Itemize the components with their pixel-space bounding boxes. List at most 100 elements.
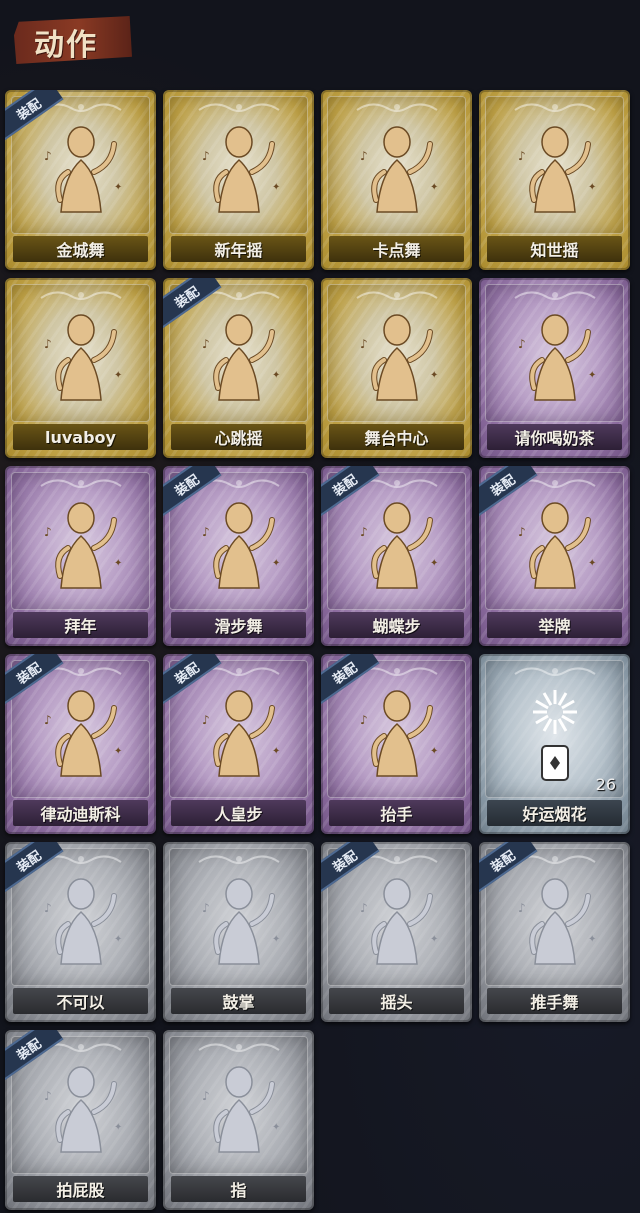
emote-name: 鼓掌 bbox=[222, 993, 255, 1012]
page-title: 动作 bbox=[34, 28, 98, 63]
svg-text:✦: ✦ bbox=[272, 746, 280, 757]
card-label-bar: 舞台中心 bbox=[329, 424, 464, 450]
svg-text:♪: ♪ bbox=[44, 713, 52, 727]
emote-card[interactable]: ♪ ✦ 装配 律动迪斯科 bbox=[5, 654, 156, 834]
emote-name: 人皇步 bbox=[214, 805, 263, 824]
card-label-bar: 请你喝奶茶 bbox=[487, 424, 622, 450]
finger-no-icon: ♪ ✦ bbox=[44, 878, 122, 965]
emote-card[interactable]: ♪ ✦ 知世摇 bbox=[479, 90, 630, 270]
ornament-icon bbox=[39, 479, 122, 488]
card-label-bar: luvaboy bbox=[13, 424, 148, 450]
emote-card[interactable]: ♪ ✦ 卡点舞 bbox=[321, 90, 472, 270]
svg-text:✦: ✦ bbox=[272, 182, 280, 193]
emote-card[interactable]: ♪ ✦ 装配 举牌 bbox=[479, 466, 630, 646]
emote-card[interactable]: ♪ ✦ 新年摇 bbox=[163, 90, 314, 270]
card-label-bar: 摇头 bbox=[329, 988, 464, 1014]
svg-text:✦: ✦ bbox=[114, 1122, 122, 1133]
figure-push-hands-icon: ♪ ✦ bbox=[518, 878, 596, 965]
emote-card[interactable]: ♪ ✦ 装配 金城舞 bbox=[5, 90, 156, 270]
emote-card[interactable]: ♪ ✦ 请你喝奶茶 bbox=[479, 278, 630, 458]
ornament-icon bbox=[39, 291, 122, 300]
svg-text:♪: ♪ bbox=[202, 525, 210, 539]
emote-card[interactable]: ♪ ✦ 装配 推手舞 bbox=[479, 842, 630, 1022]
svg-text:✦: ✦ bbox=[114, 370, 122, 381]
firework-icon bbox=[532, 690, 577, 781]
card-label-bar: 人皇步 bbox=[171, 800, 306, 826]
emote-card[interactable]: ♪ ✦ 装配 心跳摇 bbox=[163, 278, 314, 458]
svg-text:♪: ♪ bbox=[360, 149, 368, 163]
svg-text:♪: ♪ bbox=[44, 1089, 52, 1103]
svg-text:♪: ♪ bbox=[202, 337, 210, 351]
figure-raise-hand-icon: ♪ ✦ bbox=[202, 314, 280, 401]
svg-text:♪: ♪ bbox=[518, 901, 526, 915]
emote-card[interactable]: ♪ ✦ 装配 摇头 bbox=[321, 842, 472, 1022]
ornament-icon bbox=[513, 667, 596, 676]
figure-clap-icon: ♪ ✦ bbox=[202, 126, 280, 213]
svg-text:✦: ✦ bbox=[430, 934, 438, 945]
emote-card[interactable]: ♪ ✦ 拜年 bbox=[5, 466, 156, 646]
ornament-icon bbox=[355, 103, 438, 112]
svg-text:✦: ✦ bbox=[114, 746, 122, 757]
card-label-bar: 拜年 bbox=[13, 612, 148, 638]
emote-card[interactable]: ♪ ✦ 装配 抬手 bbox=[321, 654, 472, 834]
svg-text:✦: ✦ bbox=[588, 370, 596, 381]
svg-text:♪: ♪ bbox=[202, 149, 210, 163]
figure-slide-icon: ♪ ✦ bbox=[202, 502, 280, 589]
svg-text:✦: ✦ bbox=[430, 558, 438, 569]
svg-text:♪: ♪ bbox=[44, 525, 52, 539]
svg-text:♪: ♪ bbox=[518, 149, 526, 163]
svg-text:♪: ♪ bbox=[518, 525, 526, 539]
emote-name: 摇头 bbox=[380, 993, 413, 1012]
figure-wave-icon: ♪ ✦ bbox=[44, 126, 122, 213]
svg-text:✦: ✦ bbox=[272, 370, 280, 381]
svg-text:♪: ♪ bbox=[202, 1089, 210, 1103]
emote-name: 指 bbox=[230, 1181, 247, 1200]
emote-name: 拍屁股 bbox=[56, 1181, 105, 1200]
card-label-bar: 好运烟花 bbox=[487, 800, 622, 826]
svg-text:♪: ♪ bbox=[360, 901, 368, 915]
emote-name: 好运烟花 bbox=[522, 805, 587, 824]
emote-card[interactable]: ♪ ✦ 装配 不可以 bbox=[5, 842, 156, 1022]
emote-name: 拜年 bbox=[64, 617, 97, 636]
svg-text:♪: ♪ bbox=[44, 337, 52, 351]
card-label-bar: 指 bbox=[171, 1176, 306, 1202]
figure-star-pose-icon: ♪ ✦ bbox=[360, 314, 438, 401]
svg-text:♪: ♪ bbox=[360, 337, 368, 351]
emote-name: 不可以 bbox=[56, 993, 105, 1012]
card-label-bar: 蝴蝶步 bbox=[329, 612, 464, 638]
svg-text:♪: ♪ bbox=[360, 525, 368, 539]
emote-card[interactable]: ♪ ✦ 装配 拍屁股 bbox=[5, 1030, 156, 1210]
figure-spread-icon: ♪ ✦ bbox=[202, 690, 280, 777]
emote-card[interactable]: ♪ ✦ 鼓掌 bbox=[163, 842, 314, 1022]
emote-name: 律动迪斯科 bbox=[40, 805, 121, 824]
ornament-icon bbox=[197, 103, 280, 112]
svg-text:✦: ✦ bbox=[430, 182, 438, 193]
clap-hands-icon: ♪ ✦ bbox=[202, 878, 280, 965]
emote-card[interactable]: ♪ ✦ 舞台中心 bbox=[321, 278, 472, 458]
card-label-bar: 金城舞 bbox=[13, 236, 148, 262]
emote-card[interactable]: ♪ ✦ 装配 蝴蝶步 bbox=[321, 466, 472, 646]
svg-text:✦: ✦ bbox=[430, 370, 438, 381]
emote-card[interactable]: ♪ ✦ 指 bbox=[163, 1030, 314, 1210]
svg-text:✦: ✦ bbox=[272, 1122, 280, 1133]
card-label-bar: 抬手 bbox=[329, 800, 464, 826]
emote-name: 卡点舞 bbox=[372, 241, 421, 260]
emote-card[interactable]: ♪ ✦ 装配 人皇步 bbox=[163, 654, 314, 834]
emote-name: 请你喝奶茶 bbox=[514, 429, 595, 448]
emote-card[interactable]: ♪ ✦ 装配 滑步舞 bbox=[163, 466, 314, 646]
emote-card[interactable]: 26 好运烟花 bbox=[479, 654, 630, 834]
svg-text:♪: ♪ bbox=[44, 901, 52, 915]
emote-name: 举牌 bbox=[538, 617, 571, 636]
figure-hands-icon: ♪ ✦ bbox=[518, 126, 596, 213]
emote-card[interactable]: ♪ ✦ luvaboy bbox=[5, 278, 156, 458]
svg-text:✦: ✦ bbox=[114, 558, 122, 569]
emote-name: 推手舞 bbox=[530, 993, 579, 1012]
card-label-bar: 滑步舞 bbox=[171, 612, 306, 638]
figure-hold-sign-icon: ♪ ✦ bbox=[518, 502, 596, 589]
emote-name: 蝴蝶步 bbox=[372, 617, 421, 636]
svg-text:♪: ♪ bbox=[202, 713, 210, 727]
svg-text:✦: ✦ bbox=[588, 182, 596, 193]
svg-text:♪: ♪ bbox=[518, 337, 526, 351]
svg-text:♪: ♪ bbox=[44, 149, 52, 163]
emote-name: 新年摇 bbox=[214, 241, 263, 260]
